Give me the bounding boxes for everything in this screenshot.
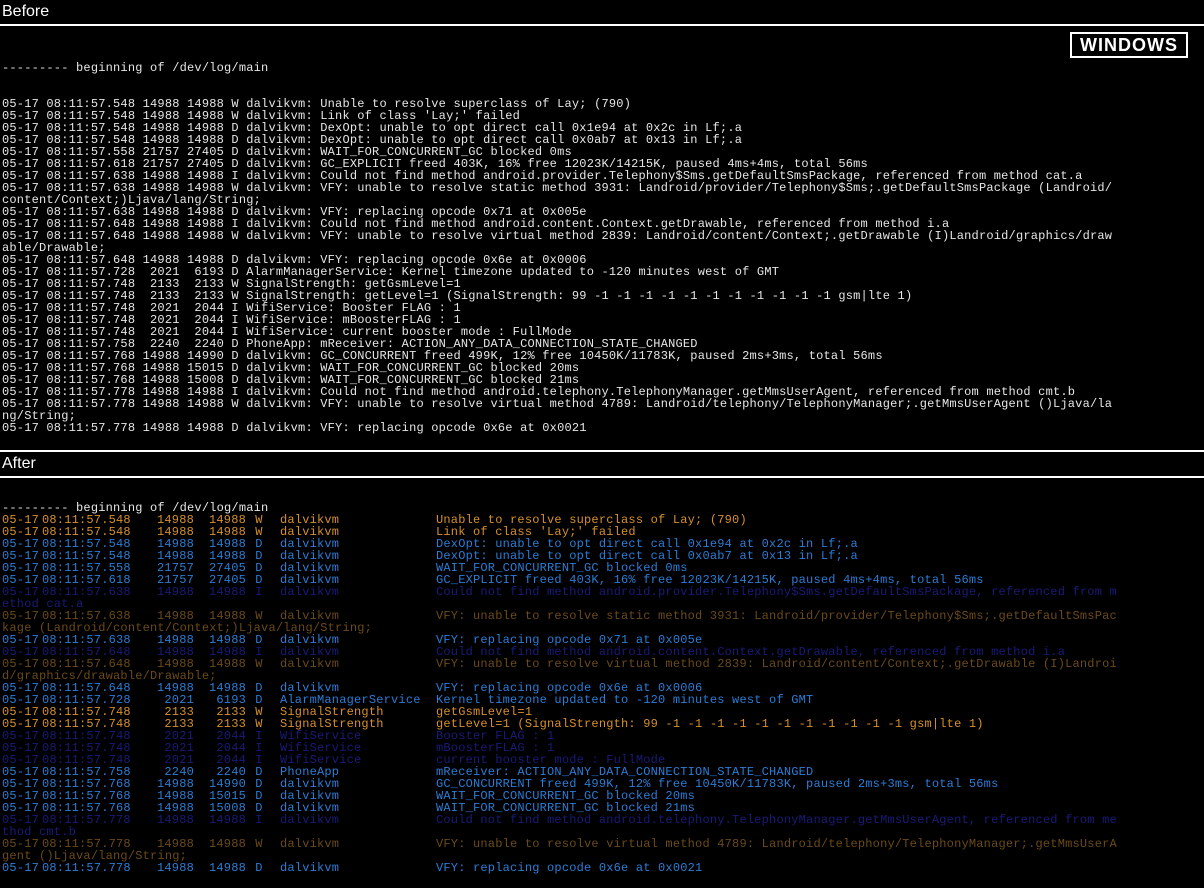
log-row: 05-1708:11:57.7781498814988DdalvikvmVFY:… (2, 862, 1202, 874)
log-msg: VFY: unable to resolve virtual method 28… (436, 658, 1117, 670)
after-heading: After (0, 452, 1204, 476)
log-pid2: 14988 (194, 586, 246, 598)
windows-badge: WINDOWS (1070, 32, 1188, 58)
log-pid1: 14988 (142, 862, 194, 874)
log-pid1: 14988 (142, 586, 194, 598)
log-row: 05-1708:11:57.7781498814988IdalvikvmCoul… (2, 814, 1202, 826)
log-line: 05-17 08:11:57.778 14988 14988 W dalvikv… (2, 398, 1202, 410)
log-pid1: 14988 (142, 814, 194, 826)
log-lvl: I (252, 814, 266, 826)
log-pid2: 14988 (194, 814, 246, 826)
log-tag: dalvikvm (280, 658, 430, 670)
log-pid1: 14988 (142, 838, 194, 850)
log-begin-line: --------- beginning of /dev/log/main (2, 62, 1202, 74)
log-pid2: 14988 (194, 862, 246, 874)
log-msg: VFY: replacing opcode 0x6e at 0x0021 (436, 862, 702, 874)
log-tag: dalvikvm (280, 814, 430, 826)
log-lvl: W (252, 838, 266, 850)
log-msg: VFY: unable to resolve virtual method 47… (436, 838, 1117, 850)
before-heading: Before (0, 0, 1204, 24)
log-tag: dalvikvm (280, 586, 430, 598)
log-msg: VFY: unable to resolve static method 393… (436, 610, 1117, 622)
before-log-panel: WINDOWS --------- beginning of /dev/log/… (0, 26, 1204, 450)
log-row: gent ()Ljava/lang/String; (2, 850, 1202, 862)
log-date: 05-17 (2, 862, 42, 874)
log-date: 05-17 (2, 838, 42, 850)
log-line: 05-17 08:11:57.648 14988 14988 W dalvikv… (2, 230, 1202, 242)
log-time: 08:11:57.778 (42, 862, 142, 874)
log-lvl: D (252, 862, 266, 874)
log-time: 08:11:57.778 (42, 838, 142, 850)
log-msg: Could not find method android.telephony.… (436, 814, 1117, 826)
log-row: 05-1708:11:57.7781498814988WdalvikvmVFY:… (2, 838, 1202, 850)
log-row: 05-1708:11:57.6381498814988IdalvikvmCoul… (2, 586, 1202, 598)
after-log-panel: --------- beginning of /dev/log/main05-1… (0, 478, 1204, 888)
log-tag: dalvikvm (280, 862, 430, 874)
log-msg: Could not find method android.provider.T… (436, 586, 1117, 598)
log-lvl: I (252, 586, 266, 598)
log-tag: dalvikvm (280, 838, 430, 850)
log-line: 05-17 08:11:57.778 14988 14988 D dalvikv… (2, 422, 1202, 434)
log-lvl: W (252, 658, 266, 670)
log-pid2: 14988 (194, 838, 246, 850)
